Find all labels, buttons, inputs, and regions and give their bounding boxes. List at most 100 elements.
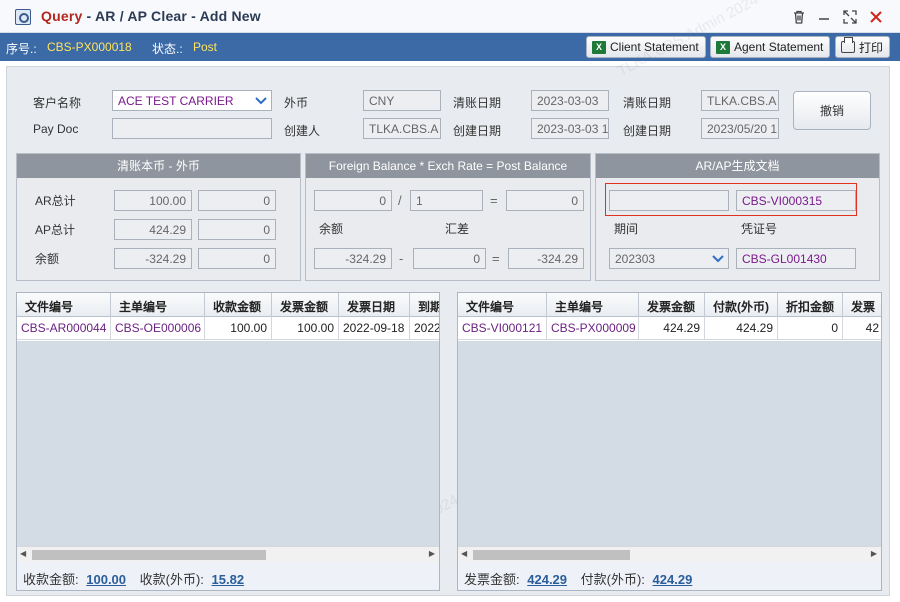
column-header[interactable]: 折扣金额 <box>778 293 843 317</box>
invoice-cell[interactable]: 42 <box>843 317 881 339</box>
column-header[interactable]: 发票 <box>843 293 881 317</box>
divide-sign: / <box>398 193 402 208</box>
trash-icon[interactable] <box>789 7 809 27</box>
scrollbar-thumb[interactable] <box>473 550 630 560</box>
title-prefix: Query <box>41 8 83 24</box>
ap-grid-header: 文件编号 主单编号 发票金额 付款(外币) 折扣金额 发票 <box>458 293 881 317</box>
customer-select[interactable]: ACE TEST CARRIER <box>112 90 272 111</box>
due-date-cell[interactable]: 2022 <box>410 317 439 339</box>
column-header[interactable]: 发票金额 <box>639 293 705 317</box>
scroll-right-icon[interactable]: ▶ <box>871 549 877 558</box>
generated-doc-section: AR/AP生成文档 CBS-VI000315 期间 凭证号 202303 CBS… <box>595 153 880 281</box>
currency-field[interactable]: CNY <box>363 90 441 111</box>
column-header[interactable]: 主单编号 <box>111 293 205 317</box>
close-icon[interactable] <box>866 7 886 27</box>
column-header[interactable]: 付款(外币) <box>705 293 778 317</box>
customer-label: 客户名称 <box>33 96 82 110</box>
client-statement-label: Client Statement <box>610 40 699 54</box>
receipt-foreign-label: 收款(外币): <box>139 572 204 587</box>
receipt-total-label: 收款金额: <box>23 572 79 587</box>
period-label: 期间 <box>614 222 639 236</box>
voucher-field[interactable]: CBS-GL001430 <box>736 248 856 269</box>
scroll-left-icon[interactable]: ◀ <box>461 549 467 558</box>
maximize-icon[interactable] <box>840 7 860 27</box>
horizontal-scrollbar[interactable]: ◀ ▶ <box>17 546 439 562</box>
ap-foreign-field[interactable]: 0 <box>198 219 276 240</box>
chevron-down-icon <box>711 252 725 265</box>
column-header[interactable]: 发票金额 <box>272 293 339 317</box>
create-date-field[interactable]: 2023-03-03 1 <box>531 118 609 139</box>
cancel-button[interactable]: 撤销 <box>793 91 871 130</box>
minimize-icon[interactable] <box>814 7 834 27</box>
paydoc-field[interactable] <box>112 118 272 139</box>
doc-number-cell[interactable]: CBS-VI000121 <box>458 317 547 339</box>
clear-date2-field[interactable]: TLKA.CBS.A <box>701 90 779 111</box>
clear-date-field[interactable]: 2023-03-03 <box>531 90 609 111</box>
result-field[interactable]: -324.29 <box>508 248 584 269</box>
receipt-amount-cell[interactable]: 100.00 <box>205 317 272 339</box>
invoice-amount-cell[interactable]: 100.00 <box>272 317 339 339</box>
scroll-left-icon[interactable]: ◀ <box>20 549 26 558</box>
local-section-title: 清账本币 - 外币 <box>17 154 300 178</box>
creator-field[interactable]: TLKA.CBS.A <box>363 118 441 139</box>
column-header[interactable]: 到期 <box>410 293 439 317</box>
exch-diff-label: 汇差 <box>445 222 470 236</box>
agent-statement-button[interactable]: X Agent Statement <box>710 36 831 58</box>
invoice-total-value[interactable]: 424.29 <box>527 572 567 587</box>
ar-grid-footer: 收款金额: 100.00 收款(外币): 15.82 <box>17 562 439 590</box>
exch-diff-field[interactable]: 0 <box>413 248 486 269</box>
receipt-foreign-value[interactable]: 15.82 <box>212 572 245 587</box>
receipt-total-value[interactable]: 100.00 <box>86 572 126 587</box>
client-statement-button[interactable]: X Client Statement <box>586 36 706 58</box>
table-row[interactable]: CBS-VI000121 CBS-PX000009 424.29 424.29 … <box>458 317 881 340</box>
invoice-amount-cell[interactable]: 424.29 <box>639 317 705 339</box>
status-value: Post <box>193 40 218 54</box>
ar-grid-body <box>17 341 439 546</box>
post-balance-field[interactable]: 0 <box>506 190 584 211</box>
ap-grid-body <box>458 341 881 546</box>
window-title: Query - AR / AP Clear - Add New <box>41 8 261 24</box>
column-header[interactable]: 主单编号 <box>547 293 639 317</box>
payment-foreign-cell[interactable]: 424.29 <box>705 317 778 339</box>
exch-rate-field[interactable]: 1 <box>410 190 483 211</box>
payment-foreign-label: 付款(外币): <box>580 572 645 587</box>
column-header[interactable]: 收款金额 <box>205 293 272 317</box>
scroll-right-icon[interactable]: ▶ <box>429 549 435 558</box>
ar-foreign-field[interactable]: 0 <box>198 190 276 211</box>
ar-grid-header: 文件编号 主单编号 收款金额 发票金额 发票日期 到期 <box>17 293 439 317</box>
ar-local-field[interactable]: 100.00 <box>114 190 192 211</box>
currency-label: 外币 <box>284 96 309 110</box>
print-button[interactable]: 打印 <box>835 36 891 58</box>
column-header[interactable]: 文件编号 <box>17 293 111 317</box>
local-currency-section: 清账本币 - 外币 AR总计 100.00 0 AP总计 424.29 0 余额… <box>16 153 301 281</box>
title-bar: Query - AR / AP Clear - Add New <box>0 0 900 33</box>
payment-foreign-value[interactable]: 424.29 <box>653 572 693 587</box>
balance-value-field[interactable]: -324.29 <box>314 248 392 269</box>
discount-amount-cell[interactable]: 0 <box>778 317 843 339</box>
create-date2-field[interactable]: 2023/05/20 1 <box>701 118 779 139</box>
seq-label: 序号.: <box>6 42 37 56</box>
ap-local-field[interactable]: 424.29 <box>114 219 192 240</box>
horizontal-scrollbar[interactable]: ◀ ▶ <box>458 546 881 562</box>
master-number-cell[interactable]: CBS-OE000006 <box>111 317 205 339</box>
master-number-cell[interactable]: CBS-PX000009 <box>547 317 639 339</box>
period-select[interactable]: 202303 <box>609 248 729 269</box>
header-bar: 序号.: CBS-PX000018 状态.: Post X Client Sta… <box>0 33 900 61</box>
excel-icon: X <box>716 40 730 54</box>
column-header[interactable]: 文件编号 <box>458 293 547 317</box>
scrollbar-thumb[interactable] <box>32 550 266 560</box>
invoice-total-label: 发票金额: <box>464 572 520 587</box>
clear-date-label: 清账日期 <box>453 96 502 110</box>
doc-number-cell[interactable]: CBS-AR000044 <box>17 317 111 339</box>
query-icon <box>15 9 31 25</box>
invoice-date-cell[interactable]: 2022-09-18 <box>339 317 410 339</box>
paydoc-label: Pay Doc <box>33 122 79 136</box>
column-header[interactable]: 发票日期 <box>339 293 410 317</box>
foreign-balance-field[interactable]: 0 <box>314 190 392 211</box>
balance-foreign-field[interactable]: 0 <box>198 248 276 269</box>
balance-local-field[interactable]: -324.29 <box>114 248 192 269</box>
doc-section-title: AR/AP生成文档 <box>596 154 879 178</box>
equals-sign: = <box>492 251 500 266</box>
table-row[interactable]: CBS-AR000044 CBS-OE000006 100.00 100.00 … <box>17 317 439 340</box>
ap-grid-footer: 发票金额: 424.29 付款(外币): 424.29 <box>458 562 881 590</box>
